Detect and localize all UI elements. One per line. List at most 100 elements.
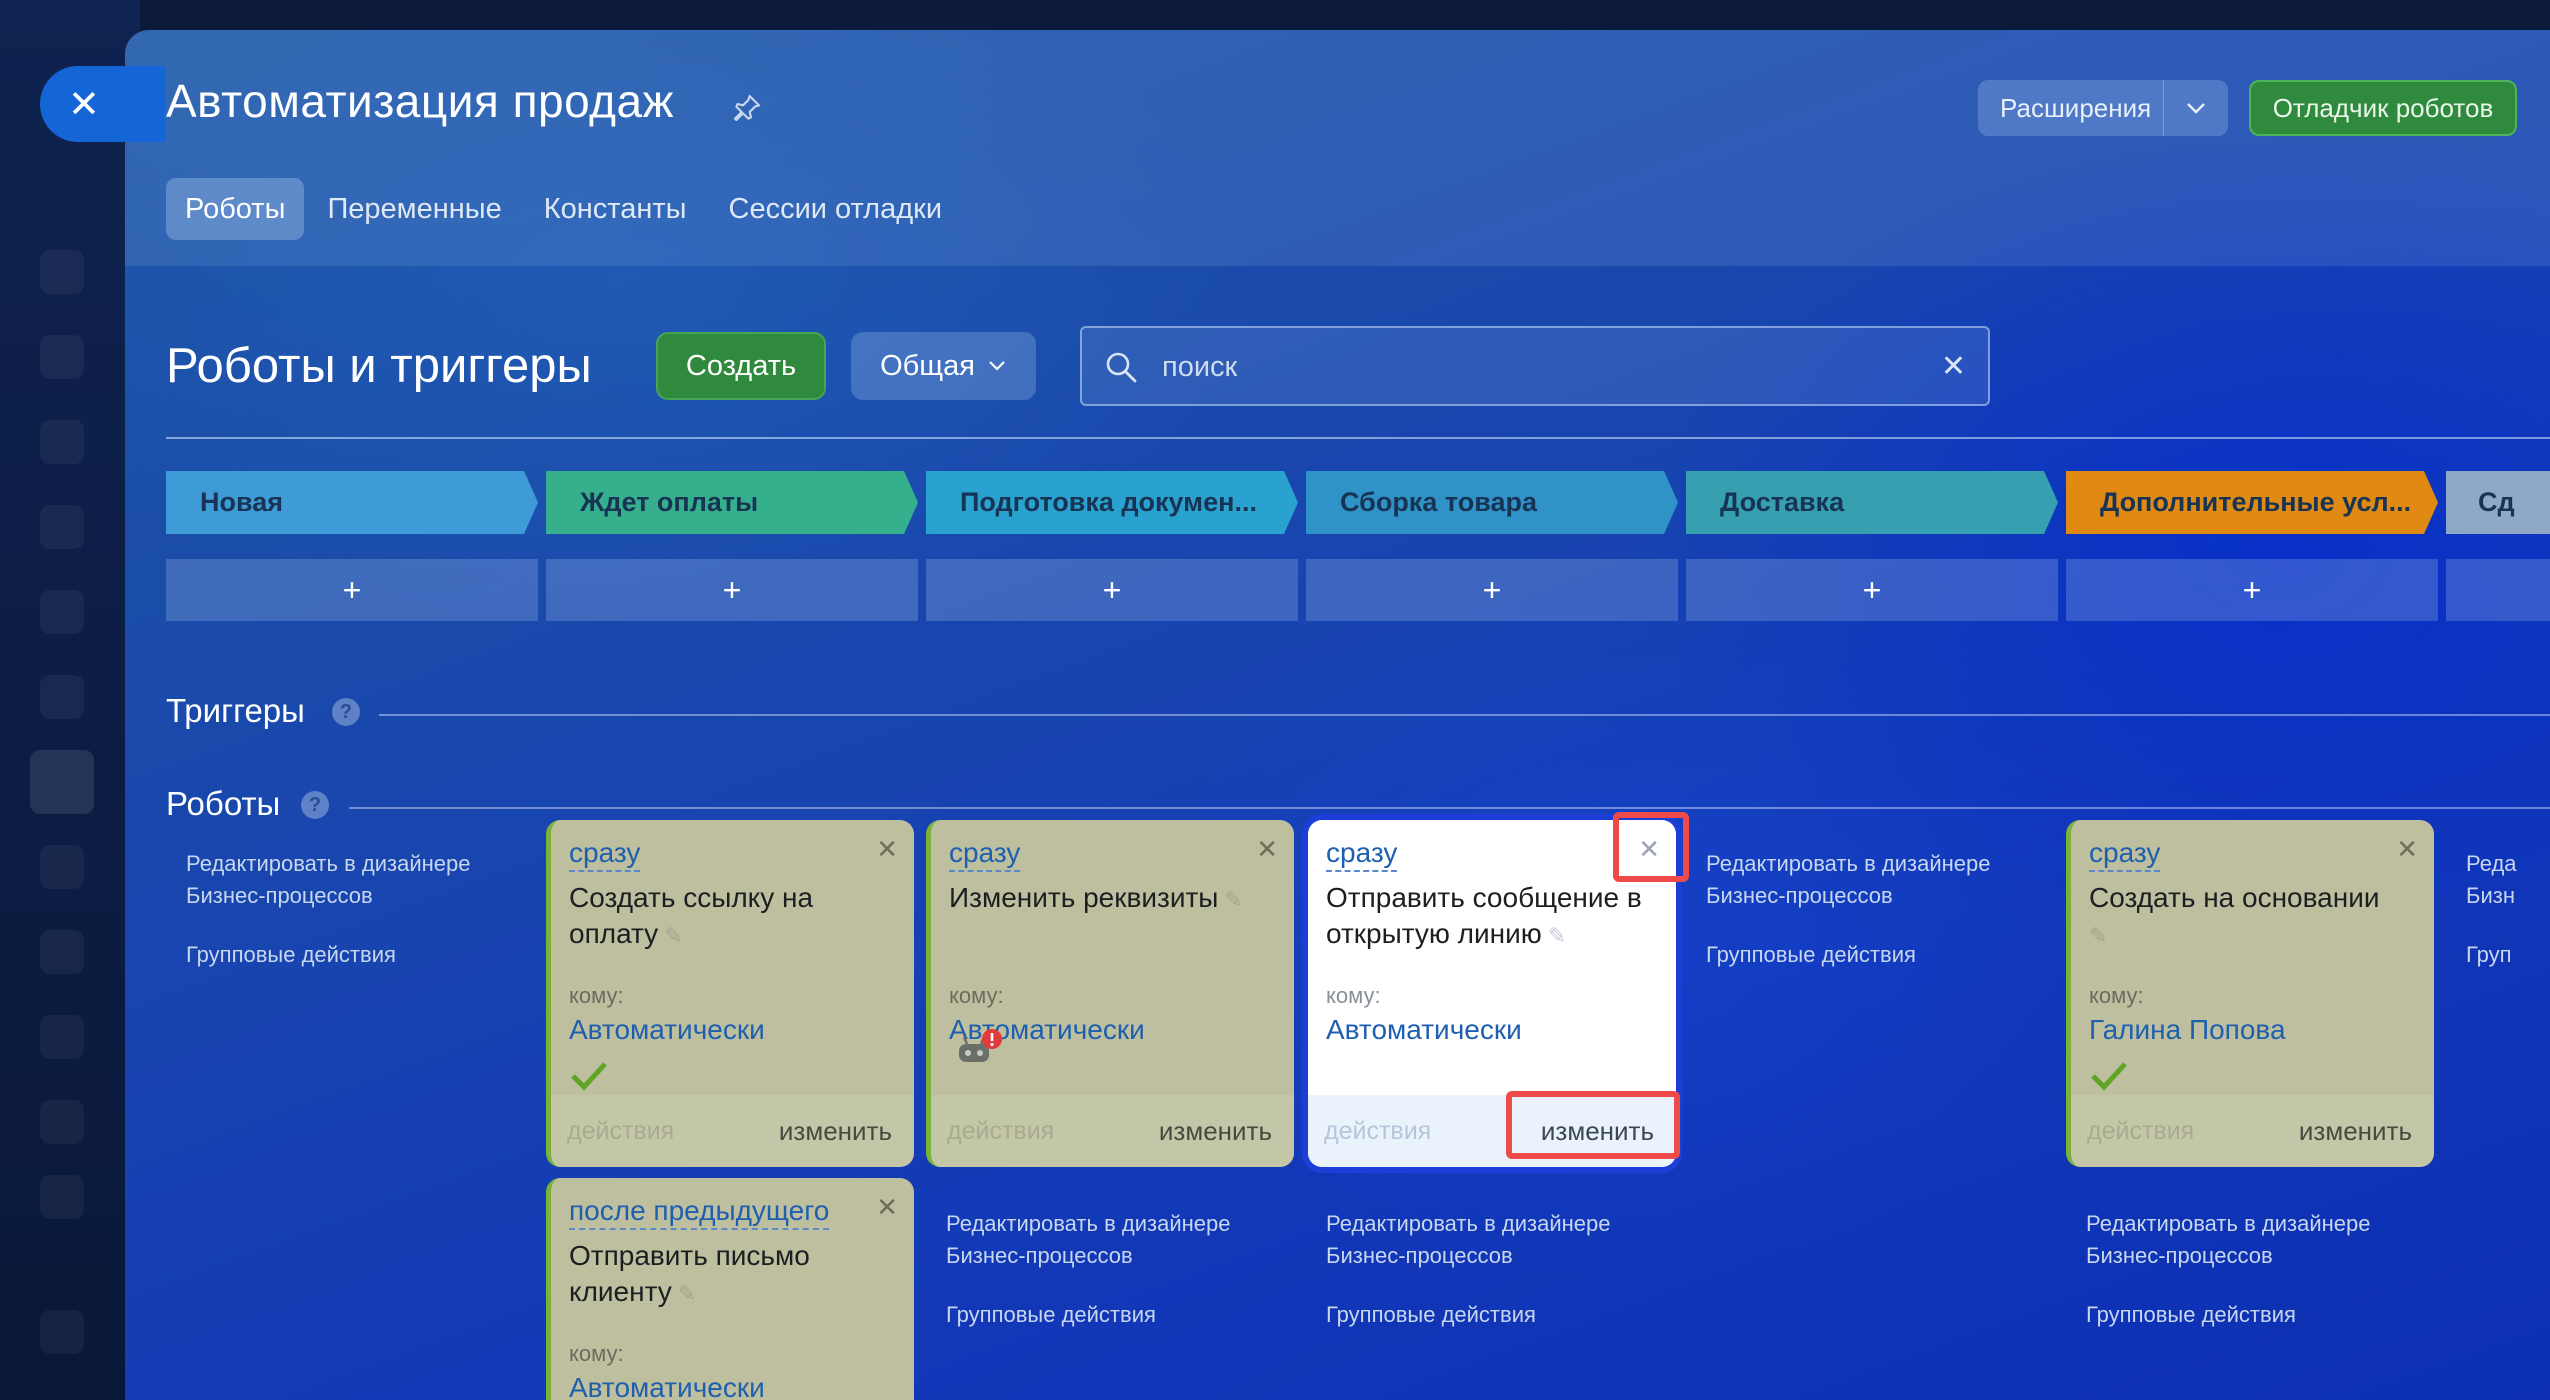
pencil-icon[interactable]: ✎ — [1224, 882, 1242, 918]
robot-error-icon — [959, 1029, 1002, 1062]
sidebar-ghost-icon — [40, 1310, 84, 1354]
group-actions-link[interactable]: Групповые действия — [2086, 1299, 2416, 1331]
group-actions-link[interactable]: Групповые действия — [946, 1299, 1276, 1331]
column-actions: Редактировать в дизайнере Бизнес-процесс… — [946, 1208, 1276, 1331]
robot-debugger-button[interactable]: Отладчик роботов — [2249, 80, 2517, 136]
section-title: Роботы и триггеры — [166, 339, 592, 393]
delete-robot-icon[interactable]: ✕ — [1256, 834, 1278, 865]
robot-actions-link[interactable]: действия — [2087, 1117, 2194, 1146]
sidebar-ghost-icon — [40, 675, 84, 719]
robot-timing-link[interactable]: сразу — [569, 836, 641, 872]
robot-edit-link[interactable]: изменить — [1159, 1116, 1272, 1147]
edit-in-designer-link[interactable]: Бизн — [2466, 880, 2550, 912]
edit-in-designer-link[interactable]: Редактировать в дизайнере Бизнес-процесс… — [186, 848, 516, 912]
delete-robot-icon[interactable]: ✕ — [876, 1192, 898, 1223]
robot-recipient[interactable]: Автоматически — [569, 1014, 765, 1046]
stage-new[interactable]: Новая — [166, 471, 538, 534]
create-button[interactable]: Создать — [656, 332, 826, 400]
robot-recipient[interactable]: Автоматически — [569, 1372, 765, 1400]
robot-card[interactable]: сразу ✕ Создать ссылку на оплату ✎ кому: … — [546, 820, 914, 1167]
robot-card-footer: действия изменить — [2071, 1095, 2434, 1167]
tab-constants[interactable]: Константы — [525, 178, 706, 240]
edit-in-designer-link[interactable]: Реда — [2466, 848, 2550, 880]
group-actions-link[interactable]: Групповые действия — [1326, 1299, 1656, 1331]
clear-search-icon[interactable]: ✕ — [1941, 352, 1966, 382]
robot-title-text: Создать ссылку на оплату — [569, 882, 814, 949]
search-input[interactable] — [1160, 342, 1920, 392]
robot-timing-link[interactable]: сразу — [2089, 836, 2161, 872]
add-trigger-button[interactable]: + — [546, 559, 918, 621]
sidebar-ghost-icon — [40, 1015, 84, 1059]
edit-in-designer-link[interactable]: Редактировать в дизайнере Бизнес-процесс… — [1326, 1208, 1656, 1272]
add-trigger-button[interactable]: + — [926, 559, 1298, 621]
close-slider-button[interactable]: ✕ — [40, 66, 165, 142]
robot-timing-link[interactable]: после предыдущего — [569, 1194, 830, 1230]
divider — [379, 714, 2550, 716]
robot-recipient-label: кому: — [949, 983, 1004, 1008]
stage-awaiting-payment[interactable]: Ждет оплаты — [546, 471, 918, 534]
robot-card[interactable]: сразу ✕ Создать на основании ✎ кому: Гали… — [2066, 820, 2434, 1167]
robot-timing-link[interactable]: сразу — [949, 836, 1021, 872]
tab-variables[interactable]: Переменные — [308, 178, 520, 240]
robots-label: Роботы — [166, 785, 281, 822]
robot-actions-link[interactable]: действия — [567, 1117, 674, 1146]
extensions-button[interactable]: Расширения — [1978, 80, 2228, 136]
sidebar-ghost-icon — [40, 930, 84, 974]
check-icon — [2091, 1062, 2127, 1091]
robot-actions-link[interactable]: действия — [947, 1117, 1054, 1146]
divider — [166, 437, 2550, 439]
column-actions: Редактировать в дизайнере Бизнес-процесс… — [186, 848, 516, 971]
add-trigger-button[interactable]: + — [1686, 559, 2058, 621]
add-trigger-button[interactable]: + — [166, 559, 538, 621]
sidebar-ghost-icon — [30, 750, 94, 814]
help-icon[interactable]: ? — [332, 698, 360, 726]
robot-recipient-label: кому: — [2089, 983, 2144, 1008]
add-trigger-button[interactable] — [2446, 559, 2550, 621]
group-actions-link[interactable]: Груп — [2466, 939, 2550, 971]
robot-title: Отправить сообщение в открытую линию ✎ — [1326, 880, 1656, 954]
help-icon[interactable]: ? — [301, 791, 329, 819]
stage-document-prep[interactable]: Подготовка докумен... — [926, 471, 1298, 534]
robot-edit-link[interactable]: изменить — [2299, 1116, 2412, 1147]
edit-in-designer-link[interactable]: Редактировать в дизайнере Бизнес-процесс… — [1706, 848, 2036, 912]
search-box[interactable]: ✕ — [1080, 326, 1990, 406]
robot-actions-link[interactable]: действия — [1324, 1117, 1431, 1146]
pencil-icon[interactable]: ✎ — [2089, 918, 2107, 954]
robot-edit-link[interactable]: изменить — [779, 1116, 892, 1147]
stage-additional-services[interactable]: Дополнительные усл... — [2066, 471, 2438, 534]
delete-robot-icon[interactable]: ✕ — [876, 834, 898, 865]
stage-delivery[interactable]: Доставка — [1686, 471, 2058, 534]
robot-card[interactable]: сразу ✕ Изменить реквизиты ✎ кому: Автома… — [926, 820, 1294, 1167]
sidebar-ghost-icon — [40, 420, 84, 464]
robot-card[interactable]: после предыдущего ✕ Отправить письмо кли… — [546, 1178, 914, 1400]
edit-in-designer-link[interactable]: Редактировать в дизайнере Бизнес-процесс… — [2086, 1208, 2416, 1272]
stage-next[interactable]: Сд — [2446, 471, 2550, 534]
robot-recipient[interactable]: Галина Попова — [2089, 1014, 2286, 1046]
sidebar-ghost-icon — [40, 1175, 84, 1219]
column-actions: Реда Бизн Груп — [2466, 848, 2550, 971]
chevron-down-icon[interactable] — [2164, 101, 2228, 115]
pencil-icon[interactable]: ✎ — [1548, 918, 1566, 954]
group-actions-link[interactable]: Групповые действия — [186, 939, 516, 971]
pin-icon[interactable] — [731, 92, 763, 124]
search-icon — [1106, 352, 1137, 383]
robot-title-text: Создать на основании — [2089, 882, 2380, 913]
page-title: Автоматизация продаж — [166, 75, 674, 127]
tab-robots[interactable]: Роботы — [166, 178, 305, 240]
tab-debug-sessions[interactable]: Сессии отладки — [710, 178, 962, 240]
sidebar-ghost-icon — [40, 1100, 84, 1144]
add-trigger-button[interactable]: + — [2066, 559, 2438, 621]
sidebar-ghost-icon — [40, 845, 84, 889]
add-trigger-button[interactable]: + — [1306, 559, 1678, 621]
pencil-icon[interactable]: ✎ — [664, 918, 682, 954]
divider — [349, 807, 2550, 809]
robot-timing-link[interactable]: сразу — [1326, 836, 1398, 872]
stage-assembly[interactable]: Сборка товара — [1306, 471, 1678, 534]
delete-robot-icon[interactable]: ✕ — [2396, 834, 2418, 865]
robot-recipient[interactable]: Автоматически — [1326, 1014, 1522, 1046]
group-actions-link[interactable]: Групповые действия — [1706, 939, 2036, 971]
robot-card-footer: действия изменить — [931, 1095, 1294, 1167]
edit-in-designer-link[interactable]: Редактировать в дизайнере Бизнес-процесс… — [946, 1208, 1276, 1272]
pencil-icon[interactable]: ✎ — [678, 1276, 696, 1312]
general-dropdown[interactable]: Общая — [851, 332, 1036, 400]
